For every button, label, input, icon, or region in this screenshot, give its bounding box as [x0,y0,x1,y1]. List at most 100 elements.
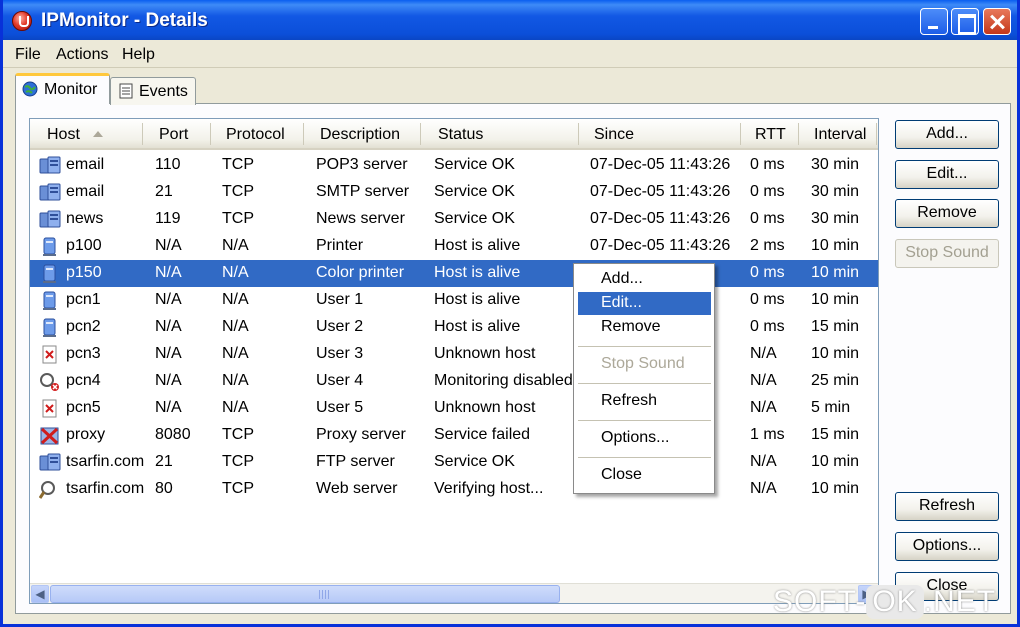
options-button[interactable]: Options... [895,532,999,561]
stop-sound-button[interactable]: Stop Sound [895,239,999,268]
remove-button[interactable]: Remove [895,199,999,228]
row-status: Host is alive [434,237,521,254]
row-host: pcn4 [66,372,101,389]
row-host: email [66,183,105,200]
row-status: Unknown host [434,345,536,362]
row-interval: 30 min [811,210,860,227]
table-row[interactable]: email 21 TCP SMTP server Service OK 07-Dec-05… [30,179,878,206]
row-protocol: N/A [222,318,249,335]
context-menu-options[interactable]: Options... [578,427,711,450]
row-description: News server [316,210,405,227]
host-list[interactable]: Host Port Protocol Description Status Si… [29,118,879,604]
row-protocol: TCP [222,183,254,200]
column-status[interactable]: Status [438,126,483,144]
row-interval: 25 min [811,372,860,389]
service-ok-icon [39,453,61,471]
row-description: POP3 server [316,156,408,173]
row-interval: 10 min [811,453,860,470]
title-bar[interactable]: IPMonitor - Details [3,0,1017,40]
refresh-button[interactable]: Refresh [895,492,999,521]
table-row[interactable]: pcn4N/AN/AUser 4Monitoring disabled6N/A2… [30,368,878,395]
edit-button[interactable]: Edit... [895,160,999,189]
row-rtt: N/A [750,453,777,470]
row-status: Service OK [434,183,515,200]
table-row[interactable]: tsarfin.com 80 TCP Web server Verifying host… [30,476,878,503]
service-ok-icon [39,183,61,201]
scroll-left-button[interactable]: ◀ [31,585,49,603]
row-port: 21 [155,453,173,470]
context-menu: Add... Edit... Remove Stop Sound Refresh… [573,263,715,494]
context-menu-refresh[interactable]: Refresh [578,390,711,413]
host-alive-icon [43,264,56,283]
minimize-button[interactable] [920,8,948,35]
row-protocol: N/A [222,399,249,416]
row-port: 110 [155,156,181,173]
context-menu-edit[interactable]: Edit... [578,292,711,315]
row-description: Proxy server [316,426,406,443]
row-port: N/A [155,345,182,362]
tab-events[interactable]: Events [110,77,196,105]
table-row[interactable]: proxy8080TCPProxy serverService failed71… [30,422,878,449]
column-since[interactable]: Since [594,126,634,144]
tab-monitor-label: Monitor [44,81,98,98]
row-interval: 30 min [811,183,860,200]
row-description: User 5 [316,399,364,416]
table-row[interactable]: news 119 TCP News server Service OK 07-Dec-05… [30,206,878,233]
row-since: 07-Dec-05 11:43:26 [590,210,731,227]
verifying-host-icon [39,481,55,499]
watermark-ok: OK [866,585,924,619]
table-row[interactable]: p150N/AN/AColor printerHost is alive60 m… [30,260,878,287]
column-rtt[interactable]: RTT [755,126,786,144]
maximize-button[interactable] [951,8,979,35]
close-window-button[interactable] [983,8,1011,35]
row-rtt: 1 ms [750,426,785,443]
table-row[interactable]: pcn1N/AN/AUser 1Host is alive60 ms10 min [30,287,878,314]
document-icon [119,83,133,99]
context-menu-stop-sound[interactable]: Stop Sound [578,353,711,376]
table-row[interactable]: tsarfin.com21TCPFTP serverService OK6N/A… [30,449,878,476]
menu-help[interactable]: Help [122,46,155,64]
column-description[interactable]: Description [320,126,400,144]
column-host[interactable]: Host [47,126,80,144]
row-rtt: 2 ms [750,237,785,254]
row-since: 07-Dec-05 11:43:26 [590,156,731,173]
column-interval[interactable]: Interval [814,126,866,144]
row-protocol: TCP [222,480,254,497]
table-row[interactable]: pcn3N/AN/AUser 3Unknown host8N/A10 min [30,341,878,368]
row-protocol: TCP [222,156,254,173]
row-port: N/A [155,237,182,254]
row-port: N/A [155,372,182,389]
row-description: SMTP server [316,183,410,200]
row-rtt: 0 ms [750,318,785,335]
table-row[interactable]: p100 N/A N/A Printer Host is alive 07-Dec-05 … [30,233,878,260]
service-ok-icon [39,210,61,228]
context-menu-remove[interactable]: Remove [578,316,711,339]
unknown-host-icon [42,399,57,418]
context-menu-add[interactable]: Add... [578,268,711,291]
context-menu-close[interactable]: Close [578,464,711,487]
column-port[interactable]: Port [159,126,188,144]
column-protocol[interactable]: Protocol [226,126,285,144]
row-status: Monitoring disabled [434,372,573,389]
row-port: N/A [155,399,182,416]
menu-file[interactable]: File [15,46,41,64]
menu-actions[interactable]: Actions [56,46,108,64]
context-menu-separator [578,420,711,421]
table-row[interactable]: pcn2N/AN/AUser 2Host is alive60 ms15 min [30,314,878,341]
tab-monitor[interactable]: Monitor [15,73,110,104]
add-button[interactable]: Add... [895,120,999,149]
row-description: User 1 [316,291,364,308]
watermark-right: .NET [923,585,997,618]
row-rtt: 0 ms [750,291,785,308]
host-alive-icon [43,318,56,337]
row-host: pcn2 [66,318,101,335]
table-row[interactable]: email 110 TCP POP3 server Service OK 07-Dec-0… [30,152,878,179]
table-row[interactable]: pcn5N/AN/AUser 5Unknown host8N/A5 min [30,395,878,422]
scroll-thumb[interactable] [50,585,560,603]
tab-events-label: Events [139,83,188,100]
host-alive-icon [43,291,56,310]
horizontal-scrollbar[interactable]: ◀ ▶ [30,583,878,603]
row-interval: 10 min [811,345,860,362]
row-host: p150 [66,264,102,281]
row-status: Unknown host [434,399,536,416]
